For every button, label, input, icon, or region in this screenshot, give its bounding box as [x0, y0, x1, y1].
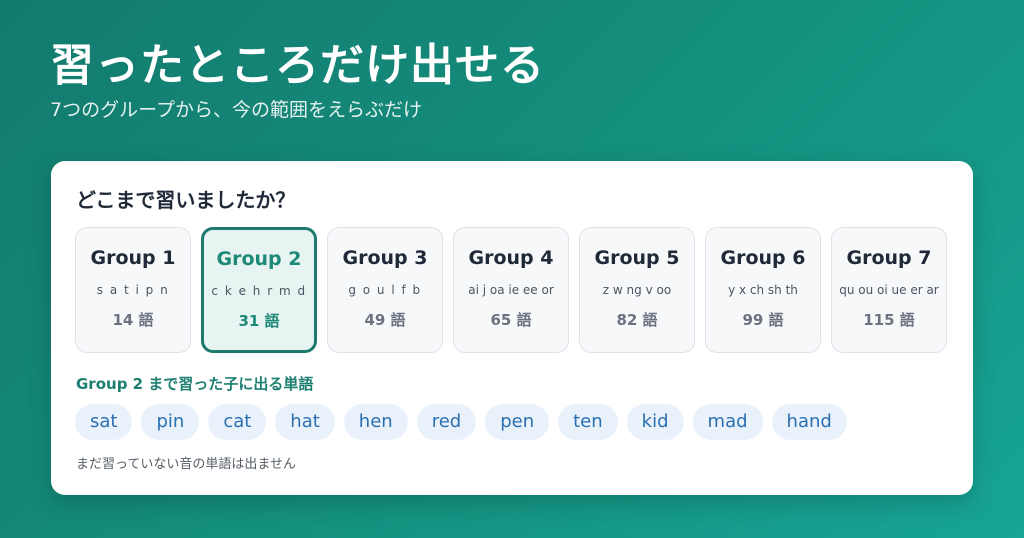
word-chip: mad: [692, 404, 763, 440]
group-word-count: 99 語: [742, 311, 784, 329]
group-option-5[interactable]: Group 5 z w ng v oo 82 語: [579, 227, 695, 353]
group-letters: y x ch sh th: [728, 283, 798, 297]
group-name: Group 2: [216, 247, 302, 270]
group-option-7[interactable]: Group 7 qu ou oi ue er ar 115 語: [831, 227, 947, 353]
group-option-3[interactable]: Group 3 g o u l f b 49 語: [327, 227, 443, 353]
group-word-count: 49 語: [364, 311, 406, 329]
group-word-count: 82 語: [616, 311, 658, 329]
group-name: Group 1: [90, 247, 176, 269]
page-title: 習ったところだけ出せる: [50, 40, 545, 91]
word-chip: cat: [208, 404, 267, 440]
group-option-2[interactable]: Group 2 c k e h r m d 31 語: [201, 227, 317, 353]
word-chip: kid: [626, 404, 684, 440]
words-heading: Group 2 まで習った子に出る単語: [76, 375, 314, 393]
group-letters: s a t i p n: [96, 283, 170, 297]
group-word-count: 65 語: [490, 311, 532, 329]
group-letters: c k e h r m d: [211, 283, 307, 298]
group-selector-card: どこまで習いましたか？ Group 1 s a t i p n 14 語 Gro…: [51, 161, 973, 495]
word-chip: pen: [485, 404, 550, 440]
word-chip: hat: [275, 404, 335, 440]
word-chip: hen: [343, 404, 408, 440]
group-letters: qu ou oi ue er ar: [839, 283, 939, 297]
hint-note: まだ習っていない音の単語は出ません: [76, 457, 296, 472]
group-name: Group 5: [594, 247, 680, 269]
word-chip: hand: [771, 404, 847, 440]
group-option-4[interactable]: Group 4 ai j oa ie ee or 65 語: [453, 227, 569, 353]
word-chip: sat: [75, 404, 133, 440]
word-chip-list: sat pin cat hat hen red pen ten kid mad …: [75, 404, 847, 440]
group-option-1[interactable]: Group 1 s a t i p n 14 語: [75, 227, 191, 353]
word-chip: red: [416, 404, 477, 440]
word-chip: pin: [141, 404, 200, 440]
group-name: Group 3: [342, 247, 428, 269]
group-name: Group 4: [468, 247, 554, 269]
word-chip: ten: [558, 404, 618, 440]
group-word-count: 115 語: [863, 311, 915, 329]
group-options: Group 1 s a t i p n 14 語 Group 2 c k e h…: [75, 227, 947, 353]
group-letters: z w ng v oo: [602, 283, 672, 297]
group-letters: ai j oa ie ee or: [468, 283, 554, 297]
group-name: Group 6: [720, 247, 806, 269]
group-name: Group 7: [846, 247, 932, 269]
page-subtitle: 7つのグループから、今の範囲をえらぶだけ: [50, 99, 422, 121]
group-word-count: 14 語: [112, 311, 154, 329]
card-heading: どこまで習いましたか？: [76, 188, 296, 212]
group-letters: g o u l f b: [348, 283, 422, 297]
group-word-count: 31 語: [238, 311, 280, 330]
group-option-6[interactable]: Group 6 y x ch sh th 99 語: [705, 227, 821, 353]
